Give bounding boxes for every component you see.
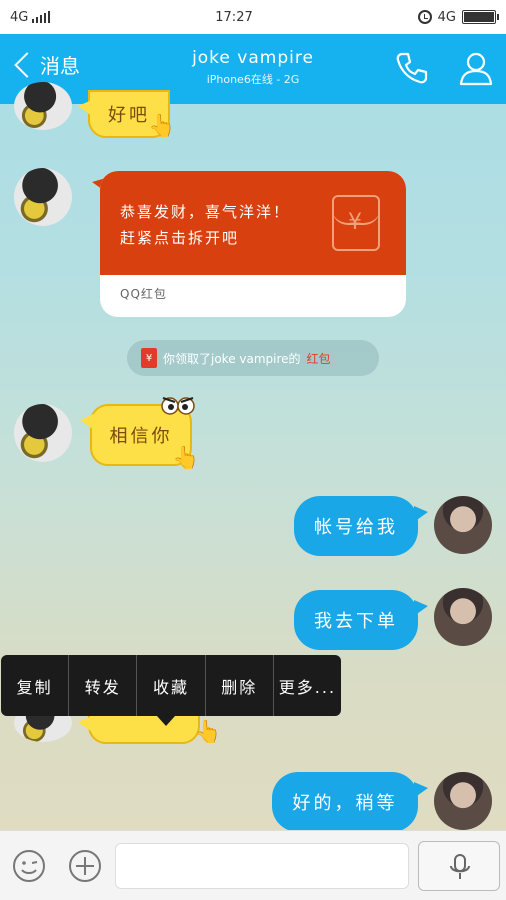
self-avatar[interactable]	[434, 588, 492, 646]
contact-avatar[interactable]	[14, 168, 72, 226]
emoji-icon[interactable]	[12, 849, 46, 883]
menu-item-copy[interactable]: 复制	[1, 655, 70, 716]
chevron-left-icon	[14, 51, 40, 78]
chat-header: 消息 joke vampire iPhone6在线 - 2G	[0, 34, 506, 104]
alarm-icon	[417, 10, 432, 24]
notice-text: 你领取了joke vampire的	[163, 351, 301, 366]
input-bar	[0, 830, 506, 900]
message-text: 帐号给我	[314, 517, 398, 538]
message-text: 好的，稍等	[292, 793, 398, 814]
menu-item-more[interactable]: 更多...	[274, 655, 341, 716]
status-bar: 4G 17:27 4G	[0, 0, 506, 34]
chat-title: joke vampire	[192, 48, 314, 68]
message-bubble-self[interactable]: 好的，稍等	[272, 772, 428, 832]
status-right: 4G	[417, 9, 499, 25]
microphone-icon	[450, 854, 470, 879]
menu-item-delete[interactable]: 删除	[206, 655, 274, 716]
message-bubble-self[interactable]: 帐号给我	[294, 496, 428, 556]
self-avatar[interactable]	[434, 496, 492, 554]
self-avatar[interactable]	[434, 772, 492, 830]
contact-avatar[interactable]	[14, 404, 72, 462]
message-text: 我去下单	[314, 611, 398, 632]
hand-icon: 👆	[194, 720, 222, 745]
eyes-decoration-icon	[161, 397, 195, 415]
hand-icon: 👆	[148, 114, 176, 139]
network-type-right: 4G	[437, 9, 456, 25]
back-label: 消息	[40, 54, 80, 78]
red-packet-body: 恭喜发财，喜气洋洋！ 赶紧点击拆开吧 ¥	[100, 171, 406, 275]
network-type-left: 4G	[10, 9, 29, 25]
red-packet-card[interactable]: 恭喜发财，喜气洋洋！ 赶紧点击拆开吧 ¥ QQ红包	[100, 171, 406, 317]
red-packet-notice: ¥ 你领取了joke vampire的 红包	[127, 340, 379, 376]
message-text: 好吧	[108, 105, 150, 126]
signal-icon	[32, 11, 51, 23]
back-button[interactable]: 消息	[10, 50, 80, 79]
menu-item-favorite[interactable]: 收藏	[137, 655, 206, 716]
notice-link[interactable]: 红包	[307, 350, 331, 367]
clock: 17:27	[215, 9, 253, 25]
battery-icon	[462, 10, 499, 24]
message-text: 相信你	[109, 426, 173, 447]
red-packet-footer: QQ红包	[120, 287, 167, 301]
menu-item-forward[interactable]: 转发	[69, 655, 138, 716]
status-left: 4G	[10, 9, 51, 25]
message-input[interactable]	[115, 843, 409, 889]
envelope-icon: ¥	[332, 195, 380, 251]
chat-title-area[interactable]: joke vampire iPhone6在线 - 2G	[150, 48, 356, 87]
hand-icon: 👆	[172, 446, 200, 471]
phone-icon[interactable]	[392, 48, 432, 88]
message-bubble-self[interactable]: 我去下单	[294, 590, 428, 650]
red-packet-icon: ¥	[141, 348, 157, 368]
voice-button[interactable]	[418, 841, 500, 891]
contact-avatar[interactable]	[14, 82, 72, 130]
plus-icon[interactable]	[68, 849, 102, 883]
context-menu: 复制 转发 收藏 删除 更多...	[1, 655, 341, 726]
person-icon[interactable]	[456, 48, 496, 88]
chat-subtitle: iPhone6在线 - 2G	[206, 73, 300, 86]
